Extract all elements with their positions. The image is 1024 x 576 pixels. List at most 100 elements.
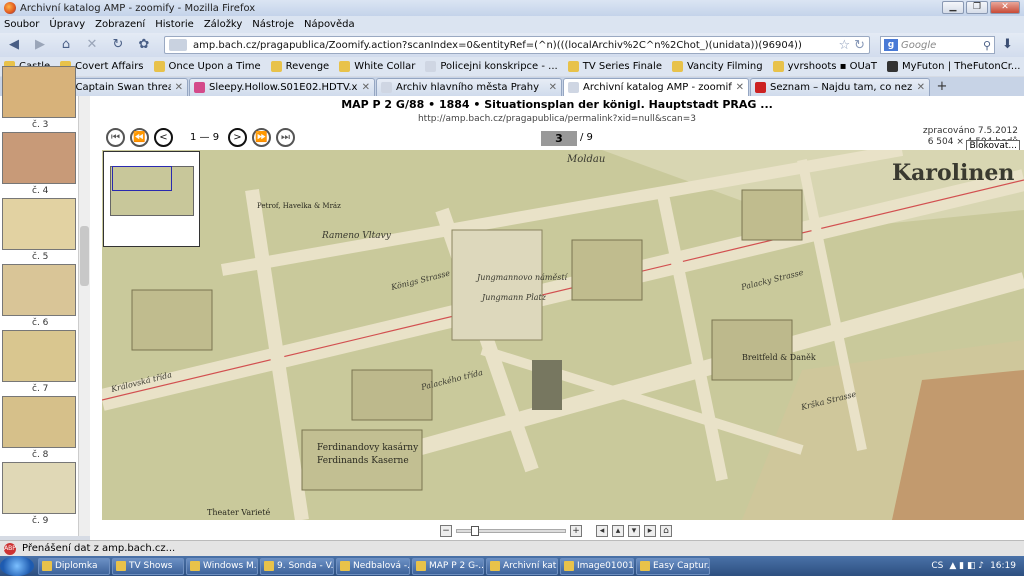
reload-small-icon[interactable]: ↻ bbox=[854, 38, 865, 53]
bookmark-label[interactable]: TV Series Finale bbox=[583, 61, 662, 72]
start-button[interactable] bbox=[0, 556, 34, 576]
menu-historie[interactable]: Historie bbox=[155, 19, 194, 30]
reset-view-icon[interactable]: ⌂ bbox=[660, 525, 672, 537]
tab-label[interactable]: Archivní katalog AMP - zoomify bbox=[583, 82, 732, 93]
reload-icon[interactable]: ↻ bbox=[108, 36, 128, 54]
map-viewport[interactable]: Karolinen Moldau Rameno Vltavy Königs St… bbox=[102, 150, 1024, 520]
browser-tab[interactable]: Archiv hlavního města Prahy ✕ bbox=[376, 78, 562, 96]
zoom-slider-handle[interactable] bbox=[471, 526, 479, 536]
tab-label[interactable]: Seznam – Najdu tam, co neznám bbox=[770, 82, 913, 93]
tab-close-icon[interactable]: ✕ bbox=[362, 82, 370, 93]
taskbar-button[interactable]: Windows M... bbox=[186, 557, 258, 575]
tab-close-icon[interactable]: ✕ bbox=[549, 82, 557, 93]
search-box[interactable]: g Google ⚲ bbox=[880, 36, 995, 54]
tray-icons[interactable]: ▲ ▮ ◧ ♪ bbox=[949, 561, 984, 571]
tab-close-icon[interactable]: ✕ bbox=[175, 82, 183, 93]
current-page-input[interactable]: 3 bbox=[541, 131, 577, 146]
tab-close-icon[interactable]: ✕ bbox=[917, 82, 925, 93]
taskbar-label[interactable]: 9. Sonda - V... bbox=[277, 561, 333, 571]
taskbar-label[interactable]: Archivní kat... bbox=[503, 561, 557, 571]
browser-tab[interactable]: Sleepy.Hollow.S01E02.HDTV.x264-LO... ✕ bbox=[189, 78, 375, 96]
new-tab-icon[interactable]: + bbox=[931, 78, 953, 96]
permalink[interactable]: http://amp.bach.cz/pragapublica/permalin… bbox=[90, 114, 1024, 124]
zoom-out-icon[interactable]: − bbox=[440, 525, 452, 537]
menu-napoveda[interactable]: Nápověda bbox=[304, 19, 355, 30]
bookmark-item[interactable]: MyFuton | TheFutonCr... bbox=[887, 61, 1020, 72]
bookmark-item[interactable]: White Collar bbox=[339, 61, 415, 72]
page-thumbnail[interactable] bbox=[2, 462, 76, 514]
bookmark-label[interactable]: Policejni konskripce - ... bbox=[440, 61, 557, 72]
taskbar-label[interactable]: Diplomka bbox=[55, 561, 98, 571]
language-indicator[interactable]: CS bbox=[931, 561, 943, 571]
taskbar-button[interactable]: Image01001... bbox=[560, 557, 634, 575]
tab-close-icon[interactable]: ✕ bbox=[736, 82, 744, 93]
overview-selection[interactable] bbox=[112, 166, 172, 191]
map-image[interactable]: Karolinen Moldau Rameno Vltavy Königs St… bbox=[102, 150, 1024, 520]
prev-set-icon[interactable]: ⏪ bbox=[130, 128, 149, 147]
pan-up-icon[interactable]: ▴ bbox=[612, 525, 624, 537]
zoom-slider[interactable] bbox=[456, 526, 566, 536]
page-thumbnail[interactable] bbox=[2, 198, 76, 250]
sidebar-scrollbar[interactable] bbox=[78, 96, 90, 536]
zoom-in-icon[interactable]: + bbox=[570, 525, 582, 537]
url-bar[interactable]: amp.bach.cz/pragapublica/Zoomify.action?… bbox=[164, 36, 870, 54]
forward-icon[interactable]: ▶ bbox=[30, 36, 50, 54]
taskbar-label[interactable]: Windows M... bbox=[203, 561, 257, 571]
bookmark-item[interactable]: Revenge bbox=[270, 61, 330, 72]
menu-soubor[interactable]: Soubor bbox=[4, 19, 39, 30]
page-thumbnail[interactable] bbox=[2, 330, 76, 382]
bookmark-label[interactable]: yvrshoots ▪ OUaT bbox=[788, 61, 877, 72]
bookmark-label[interactable]: White Collar bbox=[354, 61, 415, 72]
taskbar-button[interactable]: 9. Sonda - V... bbox=[260, 557, 334, 575]
taskbar-button[interactable]: Archivní kat... bbox=[486, 557, 558, 575]
taskbar-label[interactable]: TV Shows bbox=[129, 561, 173, 571]
bookmark-label[interactable]: Revenge bbox=[286, 61, 330, 72]
bookmark-label[interactable]: Covert Affairs bbox=[75, 61, 143, 72]
menu-zalozky[interactable]: Záložky bbox=[204, 19, 242, 30]
search-placeholder[interactable]: Google bbox=[901, 40, 983, 51]
taskbar-button[interactable]: Diplomka bbox=[38, 557, 110, 575]
close-button[interactable]: ✕ bbox=[990, 1, 1020, 14]
site-identity-icon[interactable] bbox=[169, 39, 187, 51]
bookmark-item[interactable]: Once Upon a Time bbox=[153, 61, 261, 72]
stop-icon[interactable]: ✕ bbox=[82, 36, 102, 54]
first-page-icon[interactable]: ⏮ bbox=[106, 128, 125, 147]
taskbar-button[interactable]: MAP P 2 G-... bbox=[412, 557, 484, 575]
scrollbar-thumb[interactable] bbox=[80, 226, 89, 286]
taskbar-label[interactable]: MAP P 2 G-... bbox=[429, 561, 483, 571]
taskbar-label[interactable]: Easy Captur... bbox=[653, 561, 709, 571]
browser-tab[interactable]: Archivní katalog AMP - zoomify ✕ bbox=[563, 78, 749, 96]
pan-right-icon[interactable]: ▸ bbox=[644, 525, 656, 537]
search-icon[interactable]: ⚲ bbox=[983, 39, 991, 52]
next-page-icon[interactable]: > bbox=[228, 128, 247, 147]
bookmark-label[interactable]: MyFuton | TheFutonCr... bbox=[902, 61, 1020, 72]
taskbar-button[interactable]: TV Shows bbox=[112, 557, 184, 575]
bookmark-label[interactable]: Once Upon a Time bbox=[169, 61, 261, 72]
page-thumbnail[interactable] bbox=[2, 396, 76, 448]
bookmark-star-icon[interactable]: ☆ bbox=[838, 38, 850, 53]
last-page-icon[interactable]: ⏭ bbox=[276, 128, 295, 147]
page-thumbnail[interactable] bbox=[2, 66, 76, 118]
tab-label[interactable]: Sleepy.Hollow.S01E02.HDTV.x264-LO... bbox=[209, 82, 358, 93]
bookmark-item[interactable]: Vancity Filming bbox=[671, 61, 763, 72]
overview-navigator[interactable] bbox=[103, 151, 200, 247]
maximize-button[interactable]: ❐ bbox=[966, 1, 988, 14]
taskbar-button[interactable]: Nedbalová -... bbox=[336, 557, 410, 575]
menu-zobrazeni[interactable]: Zobrazení bbox=[95, 19, 145, 30]
clock[interactable]: 16:19 bbox=[990, 561, 1016, 571]
home-icon[interactable]: ⌂ bbox=[56, 36, 76, 54]
google-icon[interactable]: g bbox=[884, 39, 898, 51]
bookmark-item[interactable]: Policejni konskripce - ... bbox=[425, 61, 558, 72]
bookmark-item[interactable]: yvrshoots ▪ OUaT bbox=[772, 61, 877, 72]
adblock-icon[interactable]: ABP bbox=[4, 542, 16, 555]
addon-icon[interactable]: ✿ bbox=[134, 36, 154, 54]
back-icon[interactable]: ◀ bbox=[4, 36, 24, 54]
tab-label[interactable]: Archiv hlavního města Prahy bbox=[396, 82, 545, 93]
bookmark-label[interactable]: Vancity Filming bbox=[687, 61, 763, 72]
taskbar-label[interactable]: Image01001... bbox=[577, 561, 633, 571]
pan-down-icon[interactable]: ▾ bbox=[628, 525, 640, 537]
download-icon[interactable]: ⬇ bbox=[1002, 37, 1013, 52]
url-text[interactable]: amp.bach.cz/pragapublica/Zoomify.action?… bbox=[193, 40, 838, 51]
taskbar-button[interactable]: Easy Captur... bbox=[636, 557, 710, 575]
minimize-button[interactable]: ▁ bbox=[942, 1, 964, 14]
